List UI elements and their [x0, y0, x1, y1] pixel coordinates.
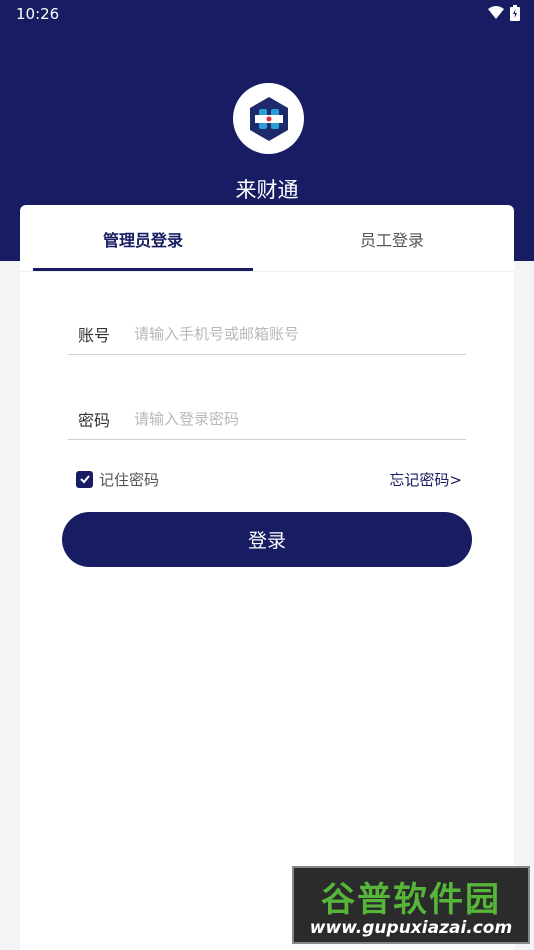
password-field: 密码 — [68, 398, 466, 440]
watermark-url: www.gupuxiazai.com — [309, 918, 513, 938]
password-label: 密码 — [78, 410, 111, 430]
login-button[interactable]: 登录 — [62, 512, 472, 567]
wifi-icon — [488, 6, 504, 20]
status-time: 10:26 — [16, 5, 60, 23]
remember-password[interactable]: 记住密码 — [76, 469, 159, 490]
checkmark-icon — [79, 475, 90, 484]
account-label: 账号 — [78, 325, 111, 345]
forgot-password-link[interactable]: 忘记密码> — [389, 469, 462, 490]
tab-staff-login[interactable]: 员工登录 — [282, 205, 502, 272]
remember-row: 记住密码 忘记密码> — [76, 468, 462, 490]
status-icons — [488, 5, 520, 21]
active-tab-indicator — [33, 268, 253, 271]
login-card: 管理员登录 员工登录 账号 密码 记住密码 忘记密码> 登录 — [20, 205, 514, 950]
battery-icon — [510, 5, 520, 21]
status-bar: 10:26 — [0, 0, 534, 28]
remember-checkbox[interactable] — [76, 470, 93, 488]
app-logo-icon — [233, 83, 304, 154]
remember-label: 记住密码 — [99, 470, 160, 489]
account-input[interactable] — [134, 324, 454, 343]
watermark: 谷普软件园 www.gupuxiazai.com — [292, 866, 530, 944]
tab-admin-login[interactable]: 管理员登录 — [33, 205, 253, 272]
account-field: 账号 — [68, 313, 466, 355]
login-tabs: 管理员登录 员工登录 — [20, 205, 514, 272]
watermark-title: 谷普软件园 — [321, 880, 501, 920]
app-name: 来财通 — [235, 178, 299, 202]
password-input[interactable] — [134, 409, 454, 428]
